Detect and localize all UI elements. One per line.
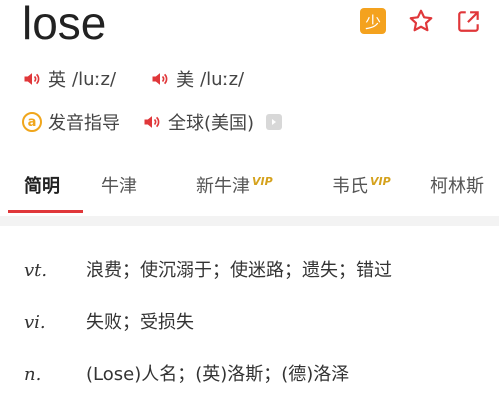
pronunciation-row: 英/luːz/ 美/luːz/	[22, 66, 244, 92]
guide-icon: a	[22, 112, 42, 132]
tab-label: 简明	[24, 176, 60, 197]
section-divider	[0, 216, 499, 226]
definition-item: n. (Lose)人名；(英)洛斯；(德)洛泽	[24, 360, 349, 386]
tab-label: 新牛津	[196, 176, 250, 197]
star-icon[interactable]	[408, 8, 434, 34]
speaker-icon[interactable]	[150, 69, 170, 89]
definition-item: vi. 失败；受损失	[24, 308, 194, 334]
part-of-speech: vi.	[24, 312, 46, 333]
tab-label: 柯林斯	[430, 176, 484, 197]
definition-item: vt. 浪费；使沉溺于；使迷路；遗失；错过	[24, 256, 392, 282]
global-label: 全球(美国)	[168, 113, 255, 134]
global-pronunciation-link[interactable]: 全球(美国)	[142, 109, 283, 135]
definition-text: 浪费；使沉溺于；使迷路；遗失；错过	[86, 260, 392, 281]
pron-region-uk: 英	[48, 70, 66, 91]
dictionary-tabs: 简明 牛津 新牛津 VIP 韦氏 VIP 柯林斯	[0, 172, 499, 216]
part-of-speech: n.	[24, 364, 42, 385]
active-tab-indicator	[8, 210, 83, 213]
pronunciation-guide-link[interactable]: a 发音指导	[22, 109, 120, 135]
speaker-icon[interactable]	[142, 112, 162, 132]
tab-new-oxford[interactable]: 新牛津 VIP	[196, 172, 273, 198]
youdao-badge-icon[interactable]: 少	[360, 8, 386, 34]
guide-label: 发音指导	[48, 113, 120, 134]
pron-region-us: 美	[176, 70, 195, 91]
speaker-icon[interactable]	[22, 69, 42, 89]
vip-badge: VIP	[252, 175, 273, 188]
pronunciation-tools-row: a 发音指导 全球(美国)	[22, 109, 283, 135]
pronunciation-us[interactable]: 美/luːz/	[150, 66, 244, 92]
tab-collins[interactable]: 柯林斯	[430, 172, 484, 198]
pronunciation-uk[interactable]: 英/luːz/	[22, 66, 116, 92]
tab-merriam-webster[interactable]: 韦氏 VIP	[332, 172, 391, 198]
pron-ipa-us: /luːz/	[200, 68, 245, 90]
share-icon[interactable]	[456, 8, 482, 34]
tab-label: 韦氏	[332, 176, 368, 197]
tab-concise[interactable]: 简明	[24, 172, 60, 198]
pron-ipa-uk: /luːz/	[72, 68, 117, 90]
vip-badge: VIP	[370, 175, 391, 188]
part-of-speech: vt.	[24, 260, 48, 281]
definition-text: (Lose)人名；(英)洛斯；(德)洛泽	[86, 364, 350, 385]
top-actions: 少	[360, 8, 482, 34]
definition-text: 失败；受损失	[86, 312, 194, 333]
tab-oxford[interactable]: 牛津	[101, 172, 137, 198]
headword: lose	[22, 0, 107, 49]
tab-label: 牛津	[101, 176, 137, 197]
play-icon[interactable]	[266, 114, 283, 130]
